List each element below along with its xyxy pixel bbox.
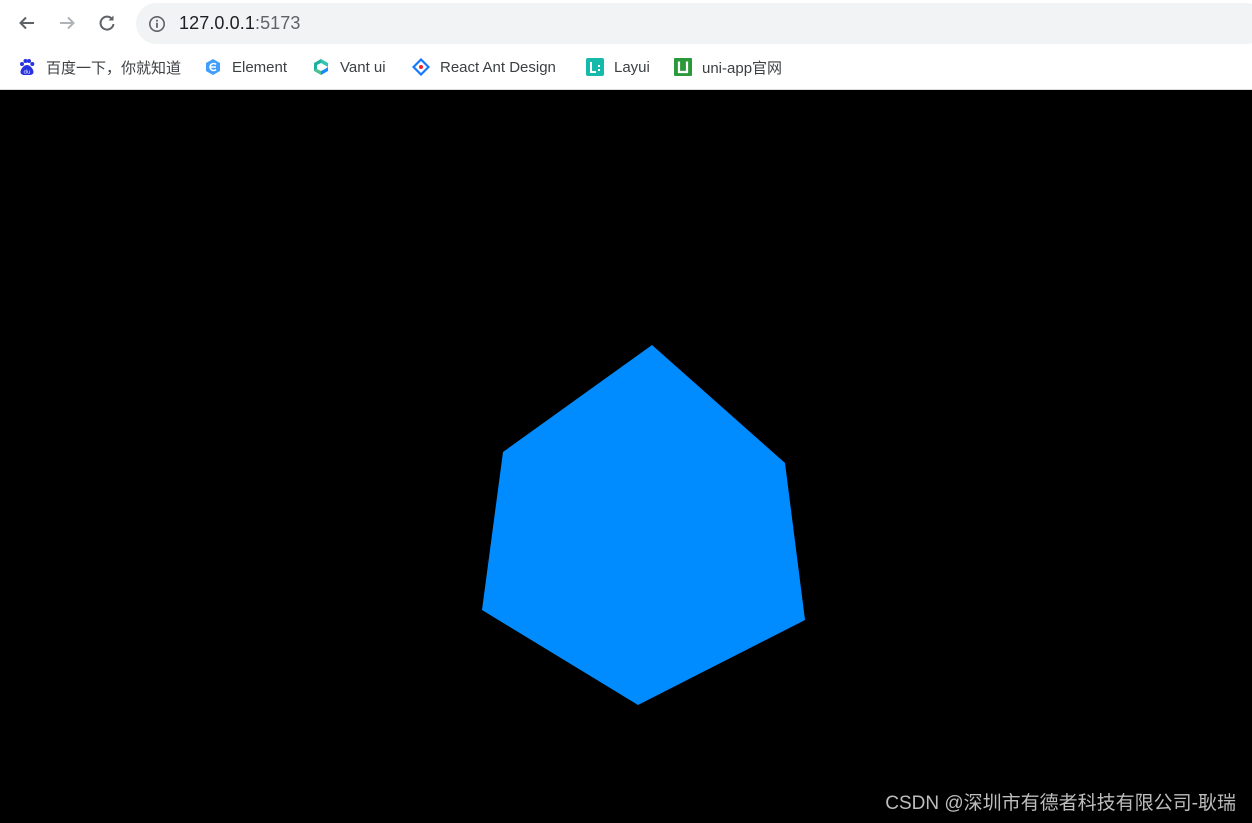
url-port: :5173	[254, 13, 301, 33]
browser-toolbar: 127.0.0.1:5173	[0, 0, 1252, 46]
bookmarks-bar: du 百度一下，你就知道 Element Vant ui React Ant D…	[0, 46, 1252, 90]
arrow-left-icon	[19, 16, 34, 30]
back-button[interactable]	[12, 8, 42, 38]
scene-svg	[482, 345, 805, 705]
bookmark-label: 百度一下，你就知道	[46, 59, 182, 77]
info-icon[interactable]	[148, 15, 166, 33]
rotating-cube	[482, 345, 805, 705]
bookmark-element[interactable]: Element	[204, 56, 287, 78]
reload-button[interactable]	[92, 8, 122, 38]
bookmark-uniapp[interactable]: uni-app官网	[674, 56, 782, 78]
bookmark-vant[interactable]: Vant ui	[312, 56, 386, 78]
address-bar[interactable]: 127.0.0.1:5173	[136, 3, 1252, 44]
reload-icon	[99, 15, 115, 31]
bookmark-label: Element	[232, 58, 288, 76]
antd-icon	[412, 58, 430, 76]
url-host: 127.0.0.1	[179, 13, 255, 33]
bookmark-label: Vant ui	[340, 58, 386, 76]
bookmark-label: React Ant Design	[440, 58, 556, 76]
bookmark-layui[interactable]: Layui	[586, 56, 650, 78]
svg-text:du: du	[24, 70, 31, 76]
arrow-right-icon	[60, 16, 75, 30]
bookmark-label: uni-app官网	[702, 59, 783, 77]
forward-button[interactable]	[52, 8, 82, 38]
uniapp-icon	[674, 58, 692, 76]
bookmark-label: Layui	[614, 58, 650, 76]
webgl-canvas[interactable]: CSDN @深圳市有德者科技有限公司-耿瑞	[0, 90, 1252, 823]
bookmark-baidu[interactable]: du 百度一下，你就知道	[18, 56, 181, 78]
bookmark-react-ant-design[interactable]: React Ant Design	[412, 56, 556, 78]
vant-icon	[314, 59, 328, 75]
layui-icon	[586, 58, 604, 76]
baidu-icon: du	[20, 59, 35, 76]
element-icon	[206, 59, 220, 75]
watermark-text: CSDN @深圳市有德者科技有限公司-耿瑞	[885, 793, 1236, 814]
url-text[interactable]: 127.0.0.1:5173	[179, 13, 301, 34]
